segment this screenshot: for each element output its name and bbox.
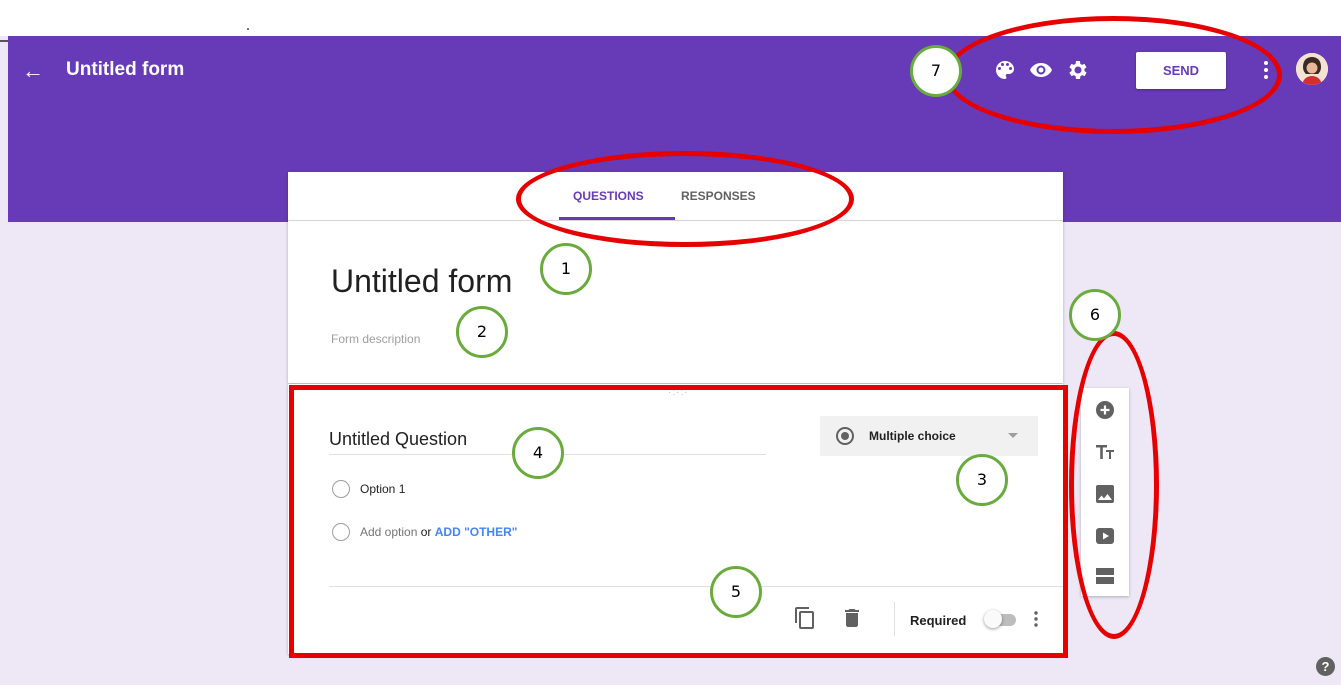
annotation-ring-tabs <box>516 151 854 247</box>
callout-3: 3 <box>956 454 1008 506</box>
callout-5: 5 <box>710 566 762 618</box>
callout-4: 4 <box>512 427 564 479</box>
back-arrow-icon[interactable]: ← <box>22 58 44 84</box>
help-icon[interactable]: ? <box>1316 657 1335 676</box>
callout-6: 6 <box>1069 289 1121 341</box>
stray-dot <box>247 28 249 30</box>
callout-2: 2 <box>456 306 508 358</box>
annotation-ring-toolbar <box>945 16 1282 134</box>
form-title[interactable]: Untitled form <box>331 263 512 300</box>
form-description-field[interactable]: Form description <box>331 332 420 346</box>
annotation-box-question <box>289 385 1068 658</box>
callout-7: 7 <box>910 45 962 97</box>
avatar[interactable] <box>1296 53 1328 85</box>
app-title: Untitled form <box>66 59 185 80</box>
callout-1: 1 <box>540 243 592 295</box>
annotation-ring-sidebar <box>1069 331 1159 639</box>
